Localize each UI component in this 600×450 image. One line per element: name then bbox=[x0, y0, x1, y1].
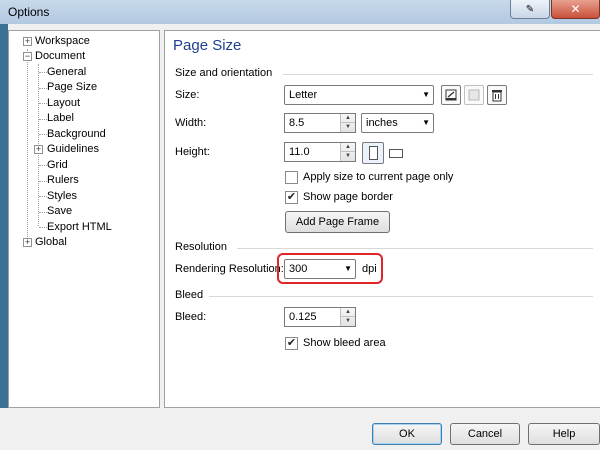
show-bleed-checkbox[interactable]: ✔ bbox=[285, 337, 298, 350]
section-heading-size: Size and orientation bbox=[175, 67, 273, 79]
tree-line bbox=[39, 196, 47, 197]
resolution-highlight bbox=[277, 253, 383, 284]
landscape-button[interactable] bbox=[389, 149, 403, 158]
page-icon bbox=[468, 89, 480, 101]
bleed-label: Bleed: bbox=[175, 311, 207, 323]
tree-item-document[interactable]: Document bbox=[35, 49, 85, 64]
save-preset-button[interactable] bbox=[441, 85, 461, 105]
apply-current-label: Apply size to current page only bbox=[303, 171, 454, 183]
tree-line bbox=[27, 49, 28, 243]
width-spin-buttons[interactable]: ▲ ▼ bbox=[340, 114, 355, 132]
page-size-panel: Page Size Size and orientation Size: Let… bbox=[164, 30, 600, 408]
cancel-button[interactable]: Cancel bbox=[450, 423, 520, 445]
window-edge bbox=[0, 24, 8, 450]
delete-preset-button[interactable] bbox=[487, 85, 507, 105]
section-heading-resolution: Resolution bbox=[175, 241, 227, 253]
tree-item-guidelines[interactable]: Guidelines bbox=[47, 142, 99, 157]
tree-line bbox=[39, 119, 47, 120]
tree-line bbox=[39, 227, 47, 228]
bleed-value: 0.125 bbox=[289, 311, 317, 323]
bleed-stepper[interactable]: 0.125 ▲ ▼ bbox=[284, 307, 356, 327]
chevron-down-icon: ▼ bbox=[422, 118, 430, 127]
down-arrow-icon[interactable]: ▼ bbox=[341, 317, 355, 326]
close-icon: ✕ bbox=[570, 2, 581, 16]
tree-item-grid[interactable]: Grid bbox=[47, 158, 68, 173]
collapse-icon[interactable]: − bbox=[23, 52, 32, 61]
bleed-spin-buttons[interactable]: ▲ ▼ bbox=[340, 308, 355, 326]
down-arrow-icon[interactable]: ▼ bbox=[341, 152, 355, 161]
width-stepper[interactable]: 8.5 ▲ ▼ bbox=[284, 113, 356, 133]
tree-line bbox=[39, 181, 47, 182]
page-title: Page Size bbox=[173, 37, 242, 54]
section-divider bbox=[237, 248, 593, 249]
tree-item-global[interactable]: Global bbox=[35, 235, 67, 250]
tree-item-background[interactable]: Background bbox=[47, 127, 106, 142]
checkmark-icon: ✔ bbox=[286, 337, 297, 349]
show-bleed-label: Show bleed area bbox=[303, 337, 386, 349]
height-label: Height: bbox=[175, 146, 210, 158]
size-value: Letter bbox=[289, 89, 318, 101]
window-title: Options bbox=[8, 5, 50, 19]
units-dropdown[interactable]: inches ▼ bbox=[361, 113, 434, 133]
expand-icon[interactable]: + bbox=[34, 145, 43, 154]
apply-current-checkbox[interactable] bbox=[285, 171, 298, 184]
width-label: Width: bbox=[175, 117, 207, 129]
portrait-button[interactable] bbox=[362, 142, 384, 164]
units-value: inches bbox=[366, 117, 398, 129]
size-dropdown[interactable]: Letter ▼ bbox=[284, 85, 434, 105]
height-spin-buttons[interactable]: ▲ ▼ bbox=[340, 143, 355, 161]
tree-item-page-size[interactable]: Page Size bbox=[47, 80, 97, 95]
chevron-down-icon: ▼ bbox=[422, 90, 430, 99]
height-value: 11.0 bbox=[289, 146, 310, 158]
tree-item-label[interactable]: Label bbox=[47, 111, 74, 126]
up-arrow-icon[interactable]: ▲ bbox=[341, 143, 355, 152]
tree-item-layout[interactable]: Layout bbox=[47, 96, 80, 111]
show-border-checkbox[interactable]: ✔ bbox=[285, 191, 298, 204]
section-divider bbox=[209, 296, 593, 297]
tree-item-rulers[interactable]: Rulers bbox=[47, 173, 79, 188]
tree-line bbox=[39, 103, 47, 104]
page-preset-button[interactable] bbox=[464, 85, 484, 105]
rendering-resolution-label: Rendering Resolution: bbox=[175, 263, 284, 275]
dialog-footer: OK Cancel Help bbox=[0, 408, 600, 450]
height-stepper[interactable]: 11.0 ▲ ▼ bbox=[284, 142, 356, 162]
section-heading-bleed: Bleed bbox=[175, 289, 204, 301]
options-tree[interactable]: + Workspace − Document General Page Size… bbox=[8, 30, 160, 408]
add-page-frame-button[interactable]: Add Page Frame bbox=[285, 211, 390, 233]
tree-item-export-html[interactable]: Export HTML bbox=[47, 220, 112, 235]
tree-line bbox=[39, 212, 47, 213]
show-border-label: Show page border bbox=[303, 191, 393, 203]
help-title-button[interactable]: ✎ bbox=[510, 0, 550, 19]
size-label: Size: bbox=[175, 89, 200, 101]
checkmark-icon: ✔ bbox=[286, 191, 297, 203]
expand-icon[interactable]: + bbox=[23, 37, 32, 46]
tree-line bbox=[39, 165, 47, 166]
portrait-icon bbox=[369, 146, 378, 160]
tree-item-general[interactable]: General bbox=[47, 65, 86, 80]
tree-line bbox=[39, 88, 47, 89]
up-arrow-icon[interactable]: ▲ bbox=[341, 114, 355, 123]
tree-line bbox=[39, 72, 47, 73]
close-button[interactable]: ✕ bbox=[551, 0, 600, 19]
help-icon: ✎ bbox=[525, 3, 535, 15]
tree-item-styles[interactable]: Styles bbox=[47, 189, 77, 204]
down-arrow-icon[interactable]: ▼ bbox=[341, 123, 355, 132]
help-button[interactable]: Help bbox=[528, 423, 600, 445]
ok-button[interactable]: OK bbox=[372, 423, 442, 445]
expand-icon[interactable]: + bbox=[23, 238, 32, 247]
tree-item-workspace[interactable]: Workspace bbox=[35, 34, 90, 49]
title-bar: Options ✎ ✕ bbox=[0, 0, 600, 24]
trash-icon bbox=[492, 90, 502, 102]
tree-line bbox=[39, 134, 47, 135]
up-arrow-icon[interactable]: ▲ bbox=[341, 308, 355, 317]
tree-item-save[interactable]: Save bbox=[47, 204, 72, 219]
section-divider bbox=[283, 74, 593, 75]
save-preset-icon bbox=[445, 89, 457, 101]
width-value: 8.5 bbox=[289, 117, 305, 129]
